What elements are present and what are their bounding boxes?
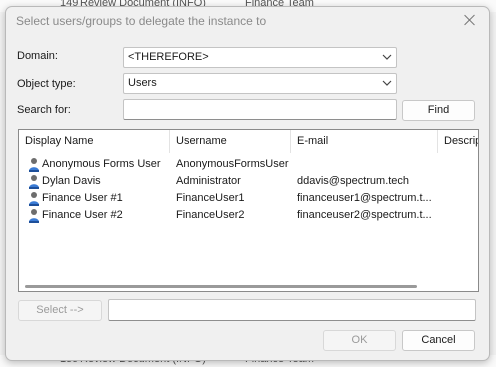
close-icon[interactable] — [463, 13, 477, 27]
results-list[interactable]: Display Name Username E-mail Descrip Ano… — [18, 129, 479, 292]
list-item-display-name: Dylan Davis — [42, 175, 101, 187]
domain-value: <THEREFORE> — [128, 51, 209, 63]
cancel-button[interactable]: Cancel — [402, 330, 475, 351]
list-item[interactable]: Finance User #2 FinanceUser2 financeuser… — [19, 207, 478, 224]
chevron-down-icon — [382, 54, 392, 60]
dialog-title: Select users/groups to delegate the inst… — [16, 14, 267, 28]
ok-button[interactable]: OK — [323, 330, 396, 351]
list-item[interactable]: Anonymous Forms User AnonymousFormsUser — [19, 156, 478, 173]
user-icon — [29, 209, 39, 223]
column-username[interactable]: Username — [170, 130, 291, 153]
delegate-dialog: Select users/groups to delegate the inst… — [5, 6, 490, 361]
search-input[interactable] — [123, 99, 397, 120]
user-icon — [29, 175, 39, 189]
column-description[interactable]: Descrip — [438, 130, 478, 153]
list-item-display-name: Finance User #2 — [42, 209, 123, 221]
selected-users-field[interactable] — [108, 299, 476, 321]
search-label: Search for: — [17, 104, 71, 116]
select-button[interactable]: Select --> — [18, 300, 102, 321]
object-type-select[interactable]: Users — [123, 73, 397, 94]
domain-select[interactable]: <THEREFORE> — [123, 47, 397, 68]
domain-label: Domain: — [17, 50, 58, 62]
list-item-username: FinanceUser2 — [176, 209, 245, 221]
column-display-name[interactable]: Display Name — [19, 130, 170, 153]
user-icon — [29, 158, 39, 172]
list-item-username: Administrator — [176, 175, 241, 187]
list-item[interactable]: Finance User #1 FinanceUser1 financeuser… — [19, 190, 478, 207]
chevron-down-icon — [382, 80, 392, 86]
column-email[interactable]: E-mail — [291, 130, 438, 153]
list-item[interactable]: Dylan Davis Administrator ddavis@spectru… — [19, 173, 478, 190]
list-item-email — [297, 156, 435, 173]
object-type-label: Object type: — [17, 78, 76, 90]
list-item-email: financeuser2@spectrum.t... — [297, 209, 432, 221]
list-item-display-name: Anonymous Forms User — [42, 158, 161, 170]
list-item-email: financeuser1@spectrum.t... — [297, 192, 432, 204]
list-item-email: ddavis@spectrum.tech — [297, 175, 410, 187]
user-icon — [29, 192, 39, 206]
list-item-username: FinanceUser1 — [176, 192, 245, 204]
list-item-display-name: Finance User #1 — [42, 192, 123, 204]
object-type-value: Users — [128, 77, 157, 89]
find-button[interactable]: Find — [402, 100, 475, 121]
list-item-username: AnonymousFormsUser — [176, 158, 289, 170]
list-header: Display Name Username E-mail Descrip — [19, 130, 478, 153]
horizontal-scrollbar[interactable] — [25, 285, 417, 288]
